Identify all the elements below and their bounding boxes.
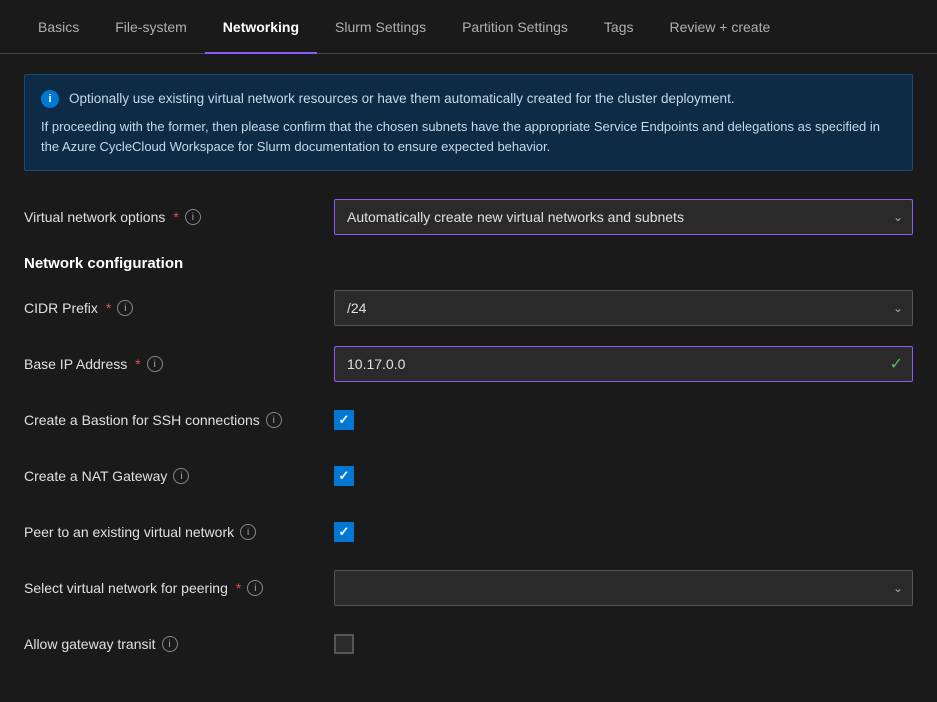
virtual-network-options-control: Automatically create new virtual network… xyxy=(334,199,913,235)
create-bastion-row: Create a Bastion for SSH connections i xyxy=(24,402,913,438)
create-bastion-info-icon[interactable]: i xyxy=(266,412,282,428)
peer-vnet-row: Peer to an existing virtual network i xyxy=(24,514,913,550)
base-ip-input-wrapper: ✓ xyxy=(334,346,913,382)
allow-gateway-row: Allow gateway transit i xyxy=(24,626,913,662)
create-nat-control xyxy=(334,466,913,486)
cidr-prefix-control: /16/20/24/28 ⌄ xyxy=(334,290,913,326)
base-ip-input[interactable] xyxy=(334,346,913,382)
network-configuration-heading: Network configuration xyxy=(24,255,913,272)
cidr-prefix-label: CIDR Prefix * i xyxy=(24,300,334,316)
create-bastion-checkbox-wrapper xyxy=(334,410,913,430)
allow-gateway-label: Allow gateway transit i xyxy=(24,636,334,652)
select-vnet-control: ⌄ xyxy=(334,570,913,606)
peer-vnet-checkbox-wrapper xyxy=(334,522,913,542)
cidr-prefix-select[interactable]: /16/20/24/28 xyxy=(334,290,913,326)
tab-basics[interactable]: Basics xyxy=(20,0,97,54)
info-banner-primary: Optionally use existing virtual network … xyxy=(69,89,735,109)
base-ip-valid-icon: ✓ xyxy=(890,354,903,374)
info-banner: i Optionally use existing virtual networ… xyxy=(24,74,913,171)
select-vnet-info-icon[interactable]: i xyxy=(247,580,263,596)
select-vnet-label: Select virtual network for peering * i xyxy=(24,580,334,596)
cidr-prefix-select-wrapper: /16/20/24/28 ⌄ xyxy=(334,290,913,326)
base-ip-control: ✓ xyxy=(334,346,913,382)
tab-tags[interactable]: Tags xyxy=(586,0,652,54)
virtual-network-options-select[interactable]: Automatically create new virtual network… xyxy=(334,199,913,235)
select-vnet-select-wrapper: ⌄ xyxy=(334,570,913,606)
virtual-network-options-select-wrapper: Automatically create new virtual network… xyxy=(334,199,913,235)
create-nat-row: Create a NAT Gateway i xyxy=(24,458,913,494)
create-nat-info-icon[interactable]: i xyxy=(173,468,189,484)
base-ip-info-icon[interactable]: i xyxy=(147,356,163,372)
select-vnet-row: Select virtual network for peering * i ⌄ xyxy=(24,570,913,606)
peer-vnet-control xyxy=(334,522,913,542)
allow-gateway-info-icon[interactable]: i xyxy=(162,636,178,652)
allow-gateway-checkbox[interactable] xyxy=(334,634,354,654)
cidr-prefix-row: CIDR Prefix * i /16/20/24/28 ⌄ xyxy=(24,290,913,326)
cidr-prefix-info-icon[interactable]: i xyxy=(117,300,133,316)
allow-gateway-checkbox-wrapper xyxy=(334,634,913,654)
create-bastion-label: Create a Bastion for SSH connections i xyxy=(24,412,334,428)
cidr-required-indicator: * xyxy=(106,300,111,316)
main-content: i Optionally use existing virtual networ… xyxy=(0,54,937,702)
create-nat-checkbox-wrapper xyxy=(334,466,913,486)
select-vnet-required-indicator: * xyxy=(236,580,241,596)
tab-filesystem[interactable]: File-system xyxy=(97,0,205,54)
info-icon: i xyxy=(41,90,59,108)
virtual-network-options-row: Virtual network options * i Automaticall… xyxy=(24,199,913,235)
tab-bar: Basics File-system Networking Slurm Sett… xyxy=(0,0,937,54)
create-bastion-control xyxy=(334,410,913,430)
allow-gateway-control xyxy=(334,634,913,654)
info-banner-secondary: If proceeding with the former, then plea… xyxy=(41,117,896,156)
tab-slurm[interactable]: Slurm Settings xyxy=(317,0,444,54)
peer-vnet-info-icon[interactable]: i xyxy=(240,524,256,540)
tab-partition-settings[interactable]: Partition Settings xyxy=(444,0,586,54)
peer-vnet-checkbox[interactable] xyxy=(334,522,354,542)
peer-vnet-label: Peer to an existing virtual network i xyxy=(24,524,334,540)
base-ip-required-indicator: * xyxy=(135,356,140,372)
create-nat-checkbox[interactable] xyxy=(334,466,354,486)
virtual-network-options-info-icon[interactable]: i xyxy=(185,209,201,225)
create-bastion-checkbox[interactable] xyxy=(334,410,354,430)
tab-networking[interactable]: Networking xyxy=(205,0,317,54)
select-vnet-select[interactable] xyxy=(334,570,913,606)
required-indicator: * xyxy=(173,209,178,225)
tab-review-create[interactable]: Review + create xyxy=(652,0,789,54)
base-ip-label: Base IP Address * i xyxy=(24,356,334,372)
base-ip-row: Base IP Address * i ✓ xyxy=(24,346,913,382)
virtual-network-options-label: Virtual network options * i xyxy=(24,209,334,225)
create-nat-label: Create a NAT Gateway i xyxy=(24,468,334,484)
